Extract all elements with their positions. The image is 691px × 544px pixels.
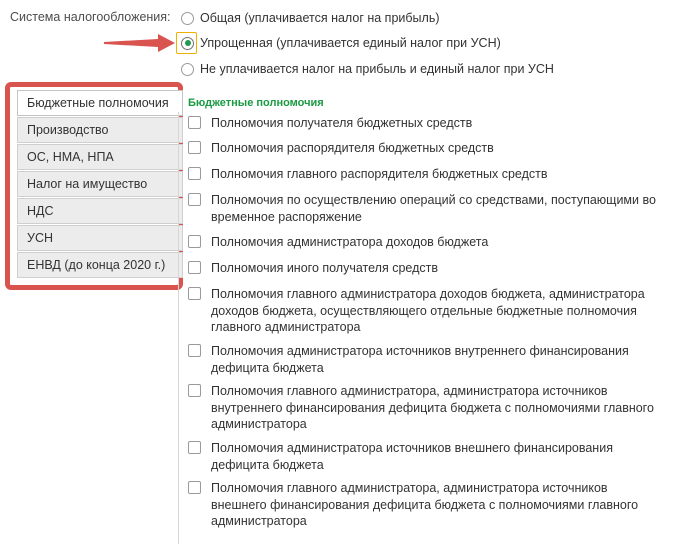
tab-property-tax[interactable]: Налог на имущество: [17, 171, 183, 197]
checkbox[interactable]: [188, 441, 201, 454]
radio-button-selected[interactable]: [181, 36, 194, 50]
tab-label: ОС, НМА, НПА: [27, 150, 114, 164]
checkbox-label: Полномочия администратора доходов бюджет…: [211, 235, 489, 249]
tax-option-label: Общая (уплачивается налог на прибыль): [200, 11, 440, 25]
checkbox[interactable]: [188, 481, 201, 494]
checkbox-label: Полномочия главного администратора доход…: [211, 287, 645, 334]
checkbox-label: Полномочия администратора источников вне…: [211, 441, 613, 472]
tab-budget-powers[interactable]: Бюджетные полномочия: [17, 90, 183, 116]
checkbox-label: Полномочия главного администратора, адми…: [211, 384, 654, 431]
checkbox-label: Полномочия распорядителя бюджетных средс…: [211, 141, 494, 155]
checkbox[interactable]: [188, 384, 201, 397]
tab-label: УСН: [27, 231, 53, 245]
checkbox-label: Полномочия получателя бюджетных средств: [211, 116, 473, 130]
checkbox[interactable]: [188, 141, 201, 154]
tab-vat[interactable]: НДС: [17, 198, 183, 224]
checkbox-label: Полномочия главного распорядителя бюджет…: [211, 167, 548, 181]
tax-option-none[interactable]: Не уплачивается налог на прибыль и едины…: [181, 60, 554, 78]
tab-label: Производство: [27, 123, 109, 137]
checkbox[interactable]: [188, 344, 201, 357]
tax-option-label: Не уплачивается налог на прибыль и едины…: [200, 62, 554, 76]
tab-usn[interactable]: УСН: [17, 225, 183, 251]
checkbox[interactable]: [188, 167, 201, 180]
tab-label: Налог на имущество: [27, 177, 148, 191]
checkbox[interactable]: [188, 261, 201, 274]
checkbox[interactable]: [188, 235, 201, 248]
tab-label: Бюджетные полномочия: [27, 96, 169, 110]
checkbox-label: Полномочия иного получателя средств: [211, 261, 438, 275]
checkbox[interactable]: [188, 193, 201, 206]
checkbox-label: Полномочия администратора источников вну…: [211, 344, 629, 375]
tab-fixed-assets[interactable]: ОС, НМА, НПА: [17, 144, 183, 170]
tab-label: НДС: [27, 204, 54, 218]
radio-button[interactable]: [181, 11, 194, 25]
tabs-highlight-frame: Бюджетные полномочия Производство ОС, НМ…: [5, 82, 183, 290]
tax-system-label: Система налогообложения:: [10, 10, 171, 24]
checkbox[interactable]: [188, 287, 201, 300]
tab-envd[interactable]: ЕНВД (до конца 2020 г.): [17, 252, 183, 278]
tax-option-simplified[interactable]: Упрощенная (уплачивается единый налог пр…: [181, 34, 501, 52]
tax-option-label: Упрощенная (уплачивается единый налог пр…: [200, 36, 501, 50]
checkbox[interactable]: [188, 116, 201, 129]
arrow-right-icon: [104, 34, 175, 52]
tax-option-general[interactable]: Общая (уплачивается налог на прибыль): [181, 9, 440, 27]
checkbox-label: Полномочия главного администратора, адми…: [211, 481, 639, 528]
section-title: Бюджетные полномочия: [188, 97, 324, 109]
panel-divider: [178, 112, 179, 544]
radio-button[interactable]: [181, 62, 194, 76]
tab-label: ЕНВД (до конца 2020 г.): [27, 258, 166, 272]
tab-production[interactable]: Производство: [17, 117, 183, 143]
checkbox-label: Полномочия по осуществлению операций со …: [211, 193, 656, 224]
